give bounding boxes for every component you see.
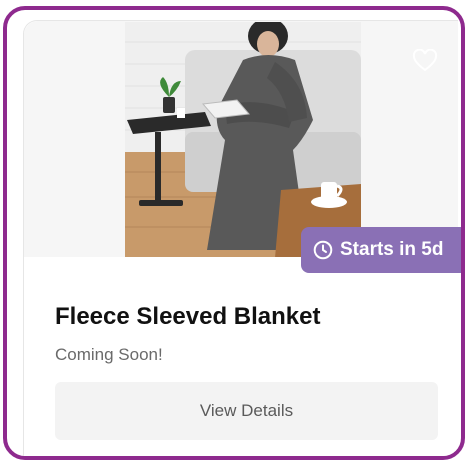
availability-status: Coming Soon!: [55, 345, 163, 364]
card-frame: Starts in 5d Fleece Sleeved Blanket Comi…: [3, 6, 465, 460]
clock-icon: [313, 240, 333, 260]
product-image-area[interactable]: [24, 21, 458, 257]
heart-outline-icon[interactable]: [412, 49, 438, 73]
view-details-button[interactable]: View Details: [55, 382, 438, 440]
badge-label: Starts in 5d: [340, 239, 444, 260]
product-title[interactable]: Fleece Sleeved Blanket: [55, 303, 320, 331]
product-photo: [125, 22, 361, 257]
starts-in-badge: Starts in 5d: [301, 227, 461, 273]
product-card: Starts in 5d Fleece Sleeved Blanket Comi…: [23, 20, 461, 456]
